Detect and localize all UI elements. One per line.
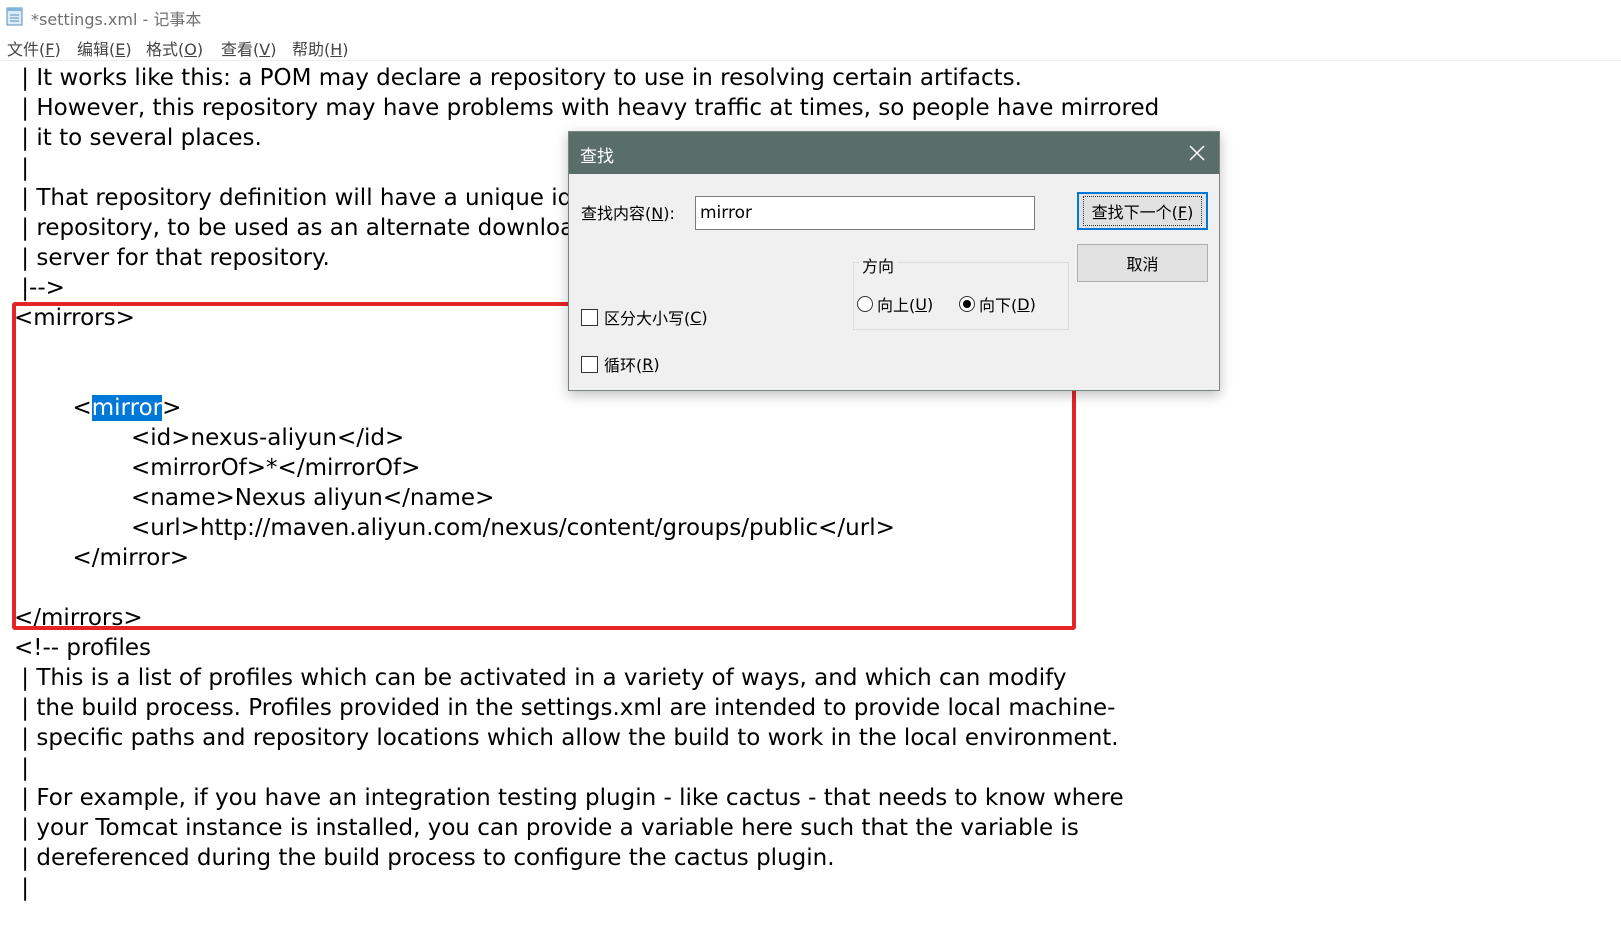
text-line: | the build process. Profiles provided i… (14, 695, 1116, 721)
menu-file[interactable]: 文件(F) (7, 36, 61, 60)
find-dialog-titlebar[interactable]: 查找 (569, 132, 1219, 174)
text-line: | That repository definition will have a… (14, 185, 599, 211)
window-titlebar: *settings.xml - 记事本 (0, 0, 1621, 34)
text-line: | dereferenced during the build process … (14, 845, 835, 871)
text-line: | it to several places. (14, 125, 262, 151)
direction-label: 方向 (859, 253, 898, 277)
menu-edit[interactable]: 编辑(E) (77, 36, 132, 60)
text-line: | However, this repository may have prob… (14, 95, 1160, 121)
wrap-around-checkbox[interactable]: 循环(R) (581, 352, 660, 376)
text-line: | For example, if you have an integratio… (14, 785, 1124, 811)
cancel-button[interactable]: 取消 (1077, 244, 1208, 282)
radio-unchecked-icon (857, 296, 873, 312)
window-title: *settings.xml - 记事本 (31, 10, 202, 29)
text-line: | your Tomcat instance is installed, you… (14, 815, 1079, 841)
radio-checked-icon (959, 296, 975, 312)
checkbox-icon (581, 308, 598, 326)
menu-format[interactable]: 格式(O) (146, 36, 203, 60)
text-line: |--> (14, 275, 65, 301)
close-button[interactable] (1179, 136, 1215, 170)
checkbox-icon (581, 355, 598, 373)
find-dialog-title: 查找 (580, 147, 614, 167)
selected-text: mirror (91, 395, 163, 421)
text-line: <mirrorOf>*</mirrorOf> (14, 455, 421, 481)
text-line: | specific paths and repository location… (14, 725, 1119, 751)
find-what-input[interactable] (695, 196, 1035, 230)
find-what-label: 查找内容(N): (581, 204, 675, 223)
text-line: <name>Nexus aliyun</name> (14, 485, 495, 511)
text-line: | server for that repository. (14, 245, 330, 271)
text-line: | It works like this: a POM may declare … (14, 65, 1022, 91)
find-next-button[interactable]: 查找下一个(F) (1077, 192, 1208, 230)
text-line: <mirrors> (14, 305, 135, 331)
text-line: <id>nexus-aliyun</id> (14, 425, 405, 451)
menu-view[interactable]: 查看(V) (221, 36, 276, 60)
text-line: <url>http://maven.aliyun.com/nexus/conte… (14, 515, 895, 541)
text-line: | (14, 875, 30, 901)
text-line: </mirror> (14, 545, 190, 571)
menu-help[interactable]: 帮助(H) (292, 36, 349, 60)
notepad-icon (6, 7, 23, 26)
match-case-checkbox[interactable]: 区分大小写(C) (581, 305, 708, 329)
close-icon (1189, 145, 1205, 161)
text-line: | (14, 755, 30, 781)
text-line: </mirrors> (14, 605, 143, 631)
mirror-open-line: <mirror> (14, 395, 182, 421)
menu-bar: 文件(F) 编辑(E) 格式(O) 查看(V) 帮助(H) (0, 34, 1621, 61)
direction-up-radio[interactable]: 向上(U) (857, 292, 933, 316)
text-line: | repository, to be used as an alternate… (14, 215, 589, 241)
text-line: | (14, 155, 30, 181)
find-dialog: 查找 查找内容(N): 查找下一个(F) 取消 方向 向上(U) 向下(D) 区… (568, 131, 1220, 391)
text-line: <!-- profiles (14, 635, 152, 661)
text-line: | This is a list of profiles which can b… (14, 665, 1067, 691)
direction-down-radio[interactable]: 向下(D) (959, 292, 1036, 316)
